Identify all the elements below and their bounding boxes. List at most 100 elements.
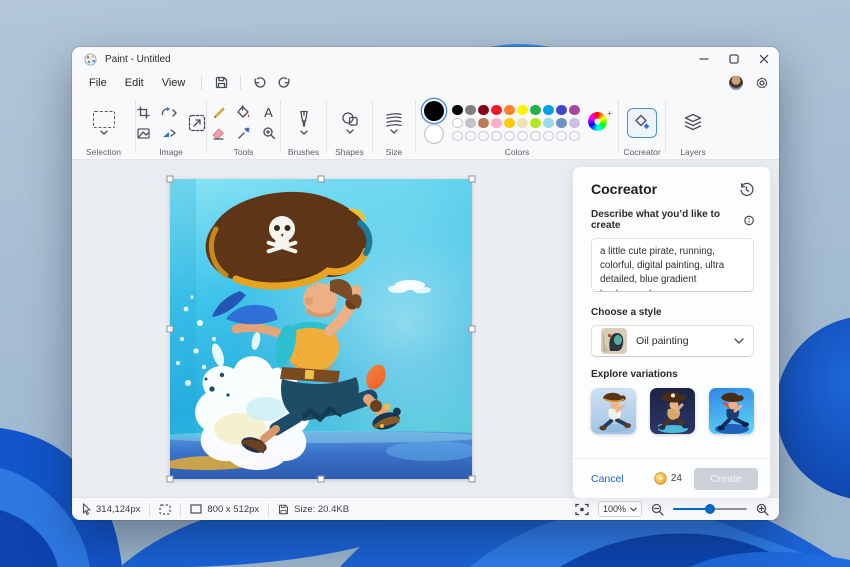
color-swatch[interactable]: [504, 105, 515, 116]
rotate-button[interactable]: [159, 103, 180, 121]
pencil-tool-button[interactable]: [208, 103, 229, 121]
redo-icon: [277, 76, 291, 89]
chevron-down-icon[interactable]: [346, 129, 354, 134]
svg-text:A: A: [264, 106, 273, 119]
color-swatch[interactable]: [543, 105, 554, 116]
secondary-color-swatch[interactable]: [424, 124, 444, 144]
menu-view[interactable]: View: [153, 75, 195, 91]
fit-to-screen-button[interactable]: [575, 503, 589, 516]
color-swatch[interactable]: [530, 105, 541, 116]
prompt-textarea[interactable]: a little cute pirate, running, colorful,…: [591, 238, 754, 292]
color-swatch[interactable]: [478, 105, 489, 116]
magnifier-tool-button[interactable]: [258, 124, 279, 142]
brushes-button[interactable]: [297, 100, 311, 146]
marquee-pattern-icon: [137, 128, 150, 139]
variation-thumbnail-2[interactable]: [650, 388, 695, 434]
variation-thumbnail-1[interactable]: [591, 388, 636, 434]
undo-button[interactable]: [248, 73, 272, 92]
menubar-divider: [240, 76, 241, 90]
menu-edit[interactable]: Edit: [116, 75, 153, 91]
color-swatch[interactable]: [491, 105, 502, 116]
eraser-icon: [211, 127, 226, 140]
color-swatch[interactable]: [504, 118, 515, 129]
selection-handle[interactable]: [469, 326, 476, 333]
empty-color-slot[interactable]: [465, 131, 476, 142]
color-swatch[interactable]: [478, 118, 489, 129]
color-swatch[interactable]: [543, 118, 554, 129]
cocreator-button[interactable]: [627, 108, 657, 138]
minimize-button[interactable]: [689, 47, 719, 71]
info-icon[interactable]: [744, 215, 754, 226]
settings-gear-icon[interactable]: [755, 76, 769, 90]
selection-tool-button[interactable]: [93, 100, 115, 146]
empty-color-slot[interactable]: [517, 131, 528, 142]
text-tool-button[interactable]: A: [258, 103, 279, 121]
color-swatch[interactable]: [452, 118, 463, 129]
shapes-button[interactable]: [341, 100, 359, 146]
zoom-in-button[interactable]: [756, 503, 769, 516]
selection-handle[interactable]: [469, 476, 476, 483]
color-swatch[interactable]: [530, 118, 541, 129]
selection-handle[interactable]: [318, 476, 325, 483]
size-button[interactable]: [385, 100, 403, 146]
color-swatch[interactable]: [556, 118, 567, 129]
crop-button[interactable]: [133, 103, 154, 121]
maximize-button[interactable]: [719, 47, 749, 71]
color-swatch[interactable]: [556, 105, 567, 116]
primary-color-swatch[interactable]: [424, 101, 444, 121]
menu-file[interactable]: File: [80, 75, 116, 91]
chevron-down-icon[interactable]: [100, 130, 108, 135]
account-avatar[interactable]: [729, 76, 743, 90]
canvas-image-pirate-painting: [170, 179, 472, 479]
select-pattern-button[interactable]: [133, 124, 154, 142]
selection-handle[interactable]: [318, 176, 325, 183]
create-button[interactable]: Create: [694, 468, 758, 490]
empty-color-slot[interactable]: [452, 131, 463, 142]
edit-colors-button[interactable]: +: [588, 112, 610, 134]
zoom-dropdown[interactable]: 100%: [598, 501, 642, 517]
cancel-link[interactable]: Cancel: [591, 473, 624, 485]
fill-tool-button[interactable]: [233, 103, 254, 121]
empty-color-slot[interactable]: [543, 131, 554, 142]
empty-color-slot[interactable]: [556, 131, 567, 142]
zoom-out-button[interactable]: [651, 503, 664, 516]
file-size-value: Size: 20.4KB: [294, 504, 349, 515]
variation-thumbnail-3[interactable]: [709, 388, 754, 434]
chevron-down-icon: [734, 338, 744, 344]
empty-color-slot[interactable]: [478, 131, 489, 142]
color-swatch[interactable]: [465, 105, 476, 116]
color-swatch[interactable]: [465, 118, 476, 129]
empty-color-slot[interactable]: [504, 131, 515, 142]
empty-color-slot[interactable]: [491, 131, 502, 142]
canvas[interactable]: [170, 179, 472, 479]
chevron-down-icon[interactable]: [390, 129, 398, 134]
color-swatch[interactable]: [569, 105, 580, 116]
layers-button[interactable]: [683, 100, 703, 146]
selection-handle[interactable]: [469, 176, 476, 183]
color-swatch[interactable]: [517, 105, 528, 116]
selection-handle[interactable]: [167, 326, 174, 333]
cocreator-panel-title: Cocreator: [591, 181, 657, 197]
style-dropdown[interactable]: Oil painting: [591, 325, 754, 357]
zoom-slider-thumb[interactable]: [705, 504, 715, 514]
color-picker-tool-button[interactable]: [233, 124, 254, 142]
history-icon[interactable]: [739, 182, 754, 197]
zoom-slider[interactable]: [673, 504, 747, 514]
canvas-size-icon: [190, 504, 202, 514]
selection-handle[interactable]: [167, 176, 174, 183]
empty-color-slot[interactable]: [569, 131, 580, 142]
color-swatch[interactable]: [491, 118, 502, 129]
eraser-tool-button[interactable]: [208, 124, 229, 142]
color-swatch[interactable]: [452, 105, 463, 116]
color-swatch[interactable]: [569, 118, 580, 129]
selection-handle[interactable]: [167, 476, 174, 483]
close-button[interactable]: [749, 47, 779, 71]
redo-button[interactable]: [272, 73, 296, 92]
color-swatch[interactable]: [517, 118, 528, 129]
titlebar: Paint - Untitled: [72, 47, 779, 71]
flip-button[interactable]: [159, 124, 180, 142]
save-button[interactable]: [209, 73, 233, 92]
chevron-down-icon[interactable]: [300, 130, 308, 135]
group-brushes: Brushes: [281, 94, 326, 159]
empty-color-slot[interactable]: [530, 131, 541, 142]
